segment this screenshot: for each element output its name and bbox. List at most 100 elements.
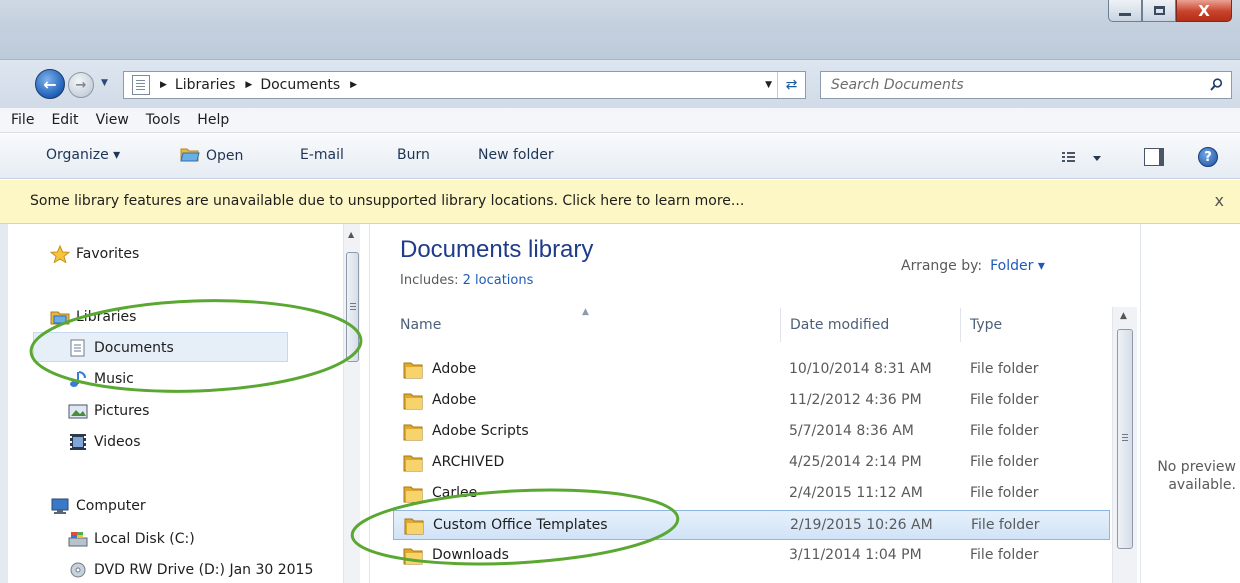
sidebar-item-local-disk[interactable]: Local Disk (C:) (68, 530, 195, 548)
libraries-icon (50, 311, 70, 325)
table-row[interactable]: Adobe Scripts 5/7/2014 8:36 AM File fold… (393, 417, 1110, 447)
menu-file[interactable]: File (11, 112, 34, 128)
organize-button[interactable]: Organize ▾ (46, 147, 120, 163)
burn-button[interactable]: Burn (397, 147, 430, 163)
new-folder-button[interactable]: New folder (478, 147, 554, 163)
table-row[interactable]: Downloads 3/11/2014 1:04 PM File folder (393, 541, 1110, 571)
table-row[interactable]: Carlee 2/4/2015 11:12 AM File folder (393, 479, 1110, 509)
includes-label: Includes: (400, 273, 459, 288)
menu-edit[interactable]: Edit (51, 112, 78, 128)
table-row[interactable]: Adobe 11/2/2012 4:36 PM File folder (393, 386, 1110, 416)
info-bar[interactable]: Some library features are unavailable du… (0, 180, 1240, 224)
open-button[interactable]: Open (180, 147, 243, 164)
folder-icon (403, 455, 423, 472)
breadcrumb-libraries[interactable]: Libraries (175, 77, 235, 93)
file-date-modified: 10/10/2014 8:31 AM (789, 361, 932, 377)
library-includes: Includes: 2 locations (400, 273, 533, 288)
column-header-date-modified[interactable]: Date modified (790, 317, 889, 333)
search-icon[interactable] (1210, 78, 1223, 91)
column-header-name[interactable]: Name (400, 317, 441, 333)
minimize-button[interactable] (1108, 0, 1142, 22)
menu-view[interactable]: View (96, 112, 129, 128)
sidebar-item-documents[interactable]: Documents (68, 339, 174, 357)
search-input[interactable]: Search Documents (820, 71, 1232, 99)
sidebar-item-dvd-drive[interactable]: DVD RW Drive (D:) Jan 30 2015 (68, 561, 313, 579)
sidebar-label-libraries: Libraries (76, 309, 137, 325)
file-type: File folder (970, 392, 1039, 408)
breadcrumb-separator-icon[interactable]: ▶ (160, 80, 167, 90)
sidebar-item-videos[interactable]: Videos (68, 433, 141, 451)
address-bar[interactable]: ▶ Libraries ▶ Documents ▶ ▼ ⇄ (123, 71, 806, 99)
dvd-drive-icon (70, 562, 86, 578)
file-date-modified: 5/7/2014 8:36 AM (789, 423, 914, 439)
file-name: Adobe (432, 392, 477, 408)
folder-icon (403, 548, 423, 565)
file-type: File folder (970, 547, 1039, 563)
column-header-type[interactable]: Type (970, 317, 1002, 333)
window-left-edge (0, 224, 8, 583)
folder-icon (403, 424, 423, 441)
breadcrumb-separator-icon[interactable]: ▶ (350, 80, 357, 90)
sidebar-item-pictures[interactable]: Pictures (68, 402, 149, 420)
pictures-icon (68, 404, 88, 419)
info-bar-close-icon[interactable]: x (1215, 191, 1224, 210)
search-placeholder: Search Documents (831, 77, 964, 93)
column-divider[interactable] (960, 308, 961, 342)
star-icon (50, 245, 70, 263)
menu-tools[interactable]: Tools (146, 112, 181, 128)
close-button[interactable]: X (1176, 0, 1232, 22)
file-date-modified: 11/2/2012 4:36 PM (789, 392, 922, 408)
sidebar-label-pictures: Pictures (94, 403, 150, 419)
sidebar-item-music[interactable]: Music (68, 370, 134, 388)
includes-locations-link[interactable]: 2 locations (463, 273, 534, 288)
sidebar-item-computer[interactable]: Computer (50, 497, 146, 515)
help-icon[interactable]: ? (1198, 147, 1218, 167)
column-divider[interactable] (780, 308, 781, 342)
maximize-icon (1153, 6, 1165, 15)
file-name: Downloads (432, 547, 509, 563)
preview-line-1: No preview (1157, 459, 1236, 475)
title-bar: X (0, 0, 1240, 60)
navigation-pane-scrollbar[interactable]: ▲ (343, 224, 360, 583)
document-library-icon (132, 75, 150, 95)
scroll-up-arrow-icon[interactable]: ▲ (1120, 311, 1127, 321)
sidebar-item-libraries[interactable]: Libraries (50, 308, 136, 326)
file-date-modified: 4/25/2014 2:14 PM (789, 454, 922, 470)
change-view-icon[interactable] (1060, 150, 1104, 166)
preview-pane (1140, 224, 1240, 583)
file-list-scrollbar[interactable]: ▲ (1112, 307, 1137, 583)
email-button[interactable]: E-mail (300, 147, 344, 163)
recent-pages-dropdown[interactable]: ▼ (101, 78, 113, 90)
refresh-button[interactable]: ⇄ (777, 72, 805, 98)
sidebar-label-videos: Videos (94, 434, 141, 450)
table-row-selected[interactable]: Custom Office Templates 2/19/2015 10:26 … (393, 510, 1110, 540)
scrollbar-thumb[interactable] (346, 252, 359, 362)
forward-button[interactable]: → (68, 72, 94, 98)
file-type: File folder (970, 485, 1039, 501)
sidebar-item-favorites[interactable]: Favorites (50, 245, 139, 263)
back-button[interactable]: ← (35, 69, 65, 99)
maximize-button[interactable] (1142, 0, 1176, 22)
sidebar-label-favorites: Favorites (76, 246, 140, 262)
folder-icon (403, 486, 423, 503)
close-icon: X (1198, 1, 1210, 20)
arrange-by: Arrange by: Folder ▾ (901, 258, 1045, 274)
preview-pane-toggle-icon[interactable] (1144, 148, 1164, 166)
open-folder-icon (180, 148, 200, 162)
table-row[interactable]: ARCHIVED 4/25/2014 2:14 PM File folder (393, 448, 1110, 478)
minimize-icon (1119, 13, 1131, 16)
grip-icon (350, 303, 356, 304)
address-history-dropdown-icon[interactable]: ▼ (765, 80, 772, 90)
scrollbar-thumb[interactable] (1117, 329, 1133, 549)
breadcrumb-separator-icon[interactable]: ▶ (245, 80, 252, 90)
file-type: File folder (970, 361, 1039, 377)
preview-line-2: available. (1168, 477, 1236, 493)
arrange-by-dropdown[interactable]: Folder ▾ (990, 258, 1045, 274)
scroll-up-arrow-icon[interactable]: ▲ (348, 230, 354, 239)
info-bar-message[interactable]: Some library features are unavailable du… (30, 193, 744, 209)
table-row[interactable]: Adobe 10/10/2014 8:31 AM File folder (393, 355, 1110, 385)
menu-help[interactable]: Help (197, 112, 229, 128)
sidebar-label-dvd-drive: DVD RW Drive (D:) Jan 30 2015 (94, 562, 314, 578)
back-arrow-icon: ← (43, 74, 57, 94)
breadcrumb-documents[interactable]: Documents (260, 77, 340, 93)
